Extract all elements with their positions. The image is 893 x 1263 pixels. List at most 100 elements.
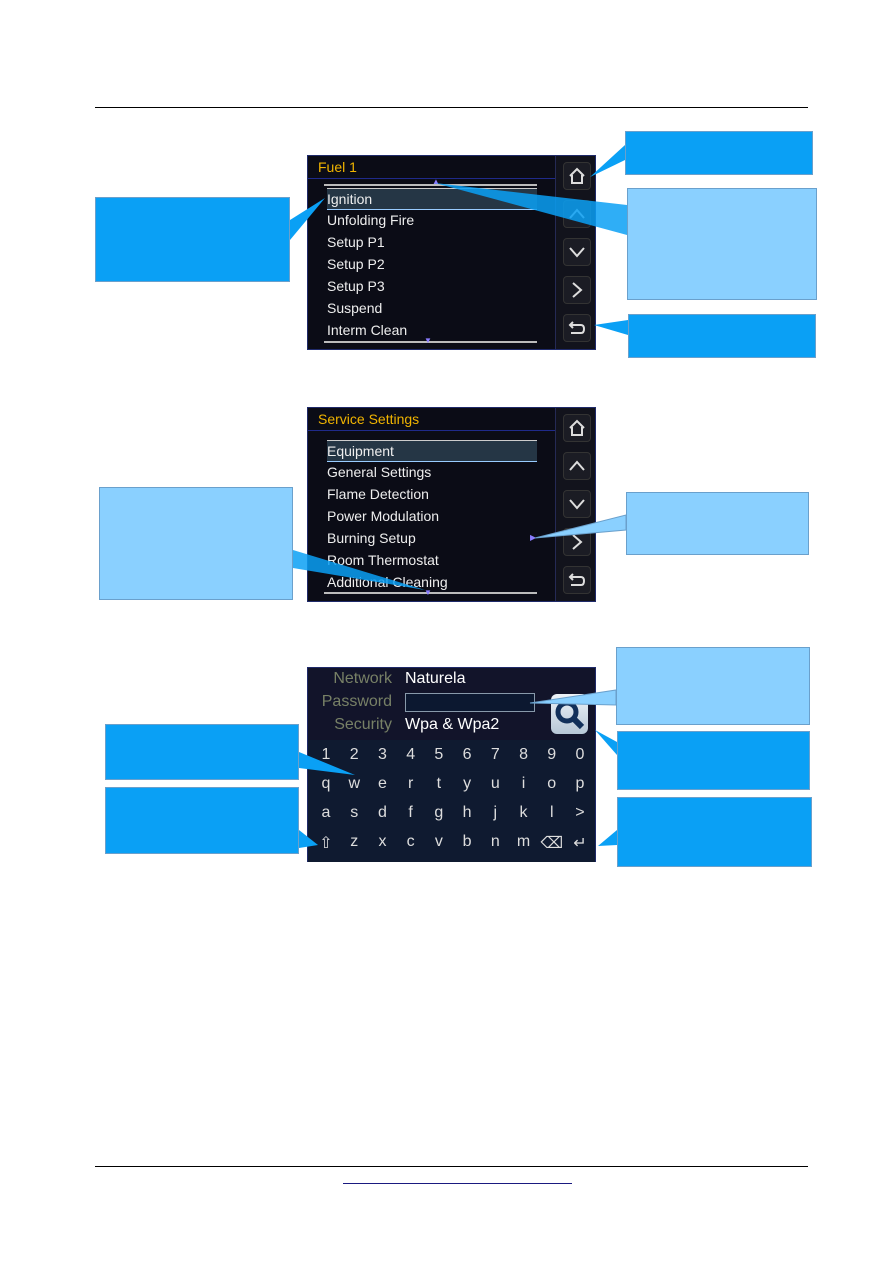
return-icon [568,321,586,334]
menu-item[interactable]: Interm Clean [327,320,537,342]
menu-item[interactable]: Equipment [327,440,537,462]
keyboard-row: ⇧ z x c v b n m ⌫ ↵ [312,833,594,853]
key[interactable]: 9 [538,746,566,764]
key[interactable]: 4 [397,746,425,764]
chevron-up-button[interactable] [563,452,591,480]
key[interactable]: j [481,804,509,822]
fuel-menu-screen: Fuel 1 ▲ Ignition Unfolding Fire Setup P1 S… [307,155,596,350]
keyboard-row: 1234567890 [312,746,594,764]
menu-item[interactable]: Setup P3 [327,276,537,298]
key[interactable]: o [538,775,566,793]
key[interactable]: 3 [368,746,396,764]
key[interactable]: 8 [510,746,538,764]
search-icon [555,700,585,730]
scroll-down-indicator[interactable]: ▼ [424,588,432,597]
key[interactable]: 0 [566,746,594,764]
return-icon [568,573,586,586]
menu-item[interactable]: Power Modulation [327,506,537,528]
network-label: Network [333,670,392,687]
key[interactable]: e [368,775,396,793]
key[interactable]: x [368,833,396,853]
search-button[interactable] [551,694,588,734]
chevron-up-icon [569,208,585,219]
callout-enter [617,797,812,867]
chevron-up-icon [569,460,585,471]
password-label: Password [321,693,392,710]
home-icon [569,167,585,184]
chevron-right-button[interactable] [563,528,591,556]
key[interactable]: a [312,804,340,822]
key[interactable]: i [510,775,538,793]
menu-item[interactable]: General Settings [327,462,537,484]
security-label: Security [334,716,392,733]
key[interactable]: 2 [340,746,368,764]
return-button[interactable] [563,314,591,342]
keyboard-row: a s d f g h j k l > [312,804,594,822]
key[interactable]: m [510,833,538,853]
key[interactable]: ⇧ [312,833,340,853]
menu-item[interactable]: Setup P2 [327,254,537,276]
key[interactable]: 7 [481,746,509,764]
password-input[interactable] [405,693,535,712]
key[interactable]: f [397,804,425,822]
chevron-right-icon [572,534,583,550]
key[interactable]: s [340,804,368,822]
key[interactable]: p [566,775,594,793]
callout-search [617,731,810,790]
key[interactable]: ↵ [566,833,594,853]
key[interactable]: d [368,804,396,822]
key[interactable]: z [340,833,368,853]
menu-item[interactable]: Unfolding Fire [327,210,537,232]
menu-item[interactable]: Burning Setup [327,528,537,550]
home-button[interactable] [563,414,591,442]
home-button[interactable] [563,162,591,190]
scroll-down-indicator[interactable]: ▼ [424,336,432,345]
scroll-up-indicator[interactable]: ▲ [432,177,440,186]
callout-submenu [626,492,809,555]
footer-link[interactable] [343,1183,572,1184]
scroll-bar-top [324,184,537,186]
key[interactable]: r [397,775,425,793]
key[interactable]: ⌫ [538,833,566,853]
side-buttons [555,156,595,349]
chevron-right-icon [572,282,583,298]
key[interactable]: t [425,775,453,793]
menu-item[interactable]: Setup P1 [327,232,537,254]
key[interactable]: l [538,804,566,822]
callout-more-items [99,487,293,600]
callout-home [625,131,813,175]
callout-return [628,314,816,358]
chevron-down-icon [569,247,585,258]
return-button[interactable] [563,566,591,594]
key[interactable]: k [510,804,538,822]
key[interactable]: w [340,775,368,793]
key[interactable]: c [397,833,425,853]
callout-shift [105,787,299,854]
key[interactable]: n [481,833,509,853]
menu-item[interactable]: Suspend [327,298,537,320]
key[interactable]: h [453,804,481,822]
menu-item[interactable]: Ignition [327,188,537,210]
callout-selected-item [95,197,290,282]
key[interactable]: y [453,775,481,793]
footer-rule [95,1166,808,1167]
key[interactable]: u [481,775,509,793]
chevron-up-button[interactable] [563,200,591,228]
menu-item[interactable]: Additional Cleaning [327,572,537,594]
key[interactable]: 1 [312,746,340,764]
menu-item[interactable]: Flame Detection [327,484,537,506]
menu-item[interactable]: Room Thermostat [327,550,537,572]
chevron-down-button[interactable] [563,238,591,266]
screen-title: Fuel 1 [308,156,556,179]
chevron-down-button[interactable] [563,490,591,518]
chevron-right-button[interactable] [563,276,591,304]
key[interactable]: 5 [425,746,453,764]
key[interactable]: b [453,833,481,853]
key[interactable]: g [425,804,453,822]
key[interactable]: q [312,775,340,793]
service-settings-screen: Service Settings Equipment General Settin… [307,407,596,602]
key[interactable]: 6 [453,746,481,764]
key[interactable]: v [425,833,453,853]
key[interactable]: > [566,804,594,822]
submenu-indicator: ▶ [530,533,537,542]
